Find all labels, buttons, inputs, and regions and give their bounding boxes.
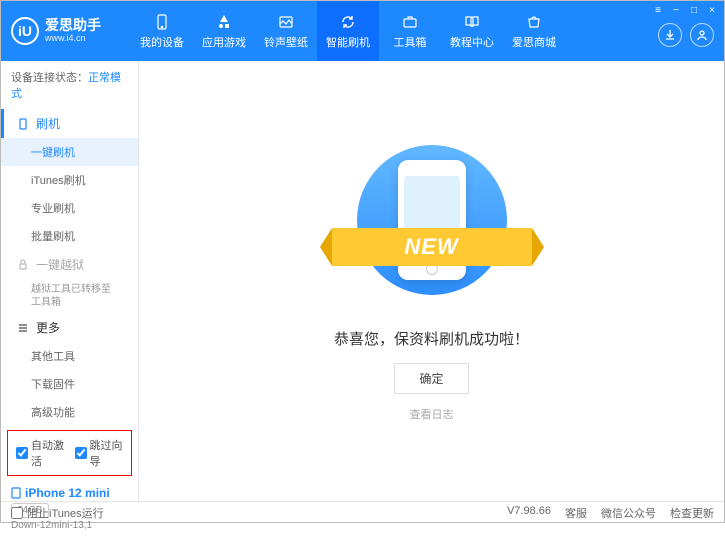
section-jailbreak: 一键越狱 [1, 250, 138, 279]
app-url: www.i4.cn [45, 34, 101, 44]
book-icon [463, 13, 481, 31]
sidebar-item-batch[interactable]: 批量刷机 [1, 222, 138, 250]
maximize-icon[interactable]: □ [686, 3, 702, 17]
store-icon [525, 13, 543, 31]
section-more[interactable]: 更多 [1, 313, 138, 342]
apps-icon [215, 13, 233, 31]
checkbox-auto-activate[interactable]: 自动激活 [16, 437, 65, 469]
wechat-link[interactable]: 微信公众号 [601, 505, 656, 521]
close-icon[interactable]: × [704, 3, 720, 17]
main-content: NEW 恭喜您，保资料刷机成功啦！ 确定 查看日志 [139, 61, 724, 501]
main-nav: 我的设备 应用游戏 铃声壁纸 智能刷机 工具箱 教程中心 爱思商城 [131, 1, 658, 61]
success-illustration: NEW [332, 140, 532, 310]
wallpaper-icon [277, 13, 295, 31]
lock-icon [16, 258, 30, 272]
service-link[interactable]: 客服 [565, 505, 587, 521]
phone-small-icon [11, 487, 21, 499]
view-log-link[interactable]: 查看日志 [410, 406, 454, 422]
download-button[interactable] [658, 23, 682, 47]
checkbox-block-itunes[interactable] [11, 507, 23, 519]
toolbox-icon [401, 13, 419, 31]
sidebar-item-pro[interactable]: 专业刷机 [1, 194, 138, 222]
checkbox-skip-guide[interactable]: 跳过向导 [75, 437, 124, 469]
menu-icon[interactable]: ≡ [650, 3, 666, 17]
section-flash[interactable]: 刷机 [1, 109, 138, 138]
nav-my-device[interactable]: 我的设备 [131, 1, 193, 61]
logo: iU 爱思助手 www.i4.cn [11, 17, 131, 45]
logo-icon: iU [11, 17, 39, 45]
list-icon [16, 321, 30, 335]
sidebar-item-firmware[interactable]: 下载固件 [1, 370, 138, 398]
phone-icon [16, 117, 30, 131]
ok-button[interactable]: 确定 [394, 363, 468, 394]
refresh-icon [339, 13, 357, 31]
nav-flash[interactable]: 智能刷机 [317, 1, 379, 61]
app-title: 爱思助手 [45, 18, 101, 33]
device-model: Down-12mini-13,1 [11, 520, 128, 531]
jailbreak-note: 越狱工具已转移至 工具箱 [1, 279, 138, 313]
device-icon [153, 13, 171, 31]
sidebar-item-oneclick[interactable]: 一键刷机 [1, 138, 138, 166]
new-banner: NEW [332, 228, 532, 266]
nav-toolbox[interactable]: 工具箱 [379, 1, 441, 61]
minimize-icon[interactable]: − [668, 3, 684, 17]
sidebar-item-advanced[interactable]: 高级功能 [1, 398, 138, 426]
connection-status: 设备连接状态：正常模式 [1, 61, 138, 109]
success-message: 恭喜您，保资料刷机成功啦！ [334, 328, 529, 349]
status-bar: 阻止iTunes运行 V7.98.66 客服 微信公众号 检查更新 [1, 501, 724, 524]
nav-apps[interactable]: 应用游戏 [193, 1, 255, 61]
sidebar: 设备连接状态：正常模式 刷机 一键刷机 iTunes刷机 专业刷机 批量刷机 一… [1, 61, 139, 501]
app-header: ≡ − □ × iU 爱思助手 www.i4.cn 我的设备 应用游戏 铃声壁纸… [1, 1, 724, 61]
nav-store[interactable]: 爱思商城 [503, 1, 565, 61]
nav-tutorials[interactable]: 教程中心 [441, 1, 503, 61]
update-link[interactable]: 检查更新 [670, 505, 714, 521]
sidebar-item-itunes[interactable]: iTunes刷机 [1, 166, 138, 194]
window-controls: ≡ − □ × [650, 3, 720, 17]
version-label: V7.98.66 [507, 505, 551, 521]
header-actions [658, 15, 714, 47]
options-row: 自动激活 跳过向导 [7, 430, 132, 476]
user-button[interactable] [690, 23, 714, 47]
nav-ringtones[interactable]: 铃声壁纸 [255, 1, 317, 61]
sidebar-item-other[interactable]: 其他工具 [1, 342, 138, 370]
